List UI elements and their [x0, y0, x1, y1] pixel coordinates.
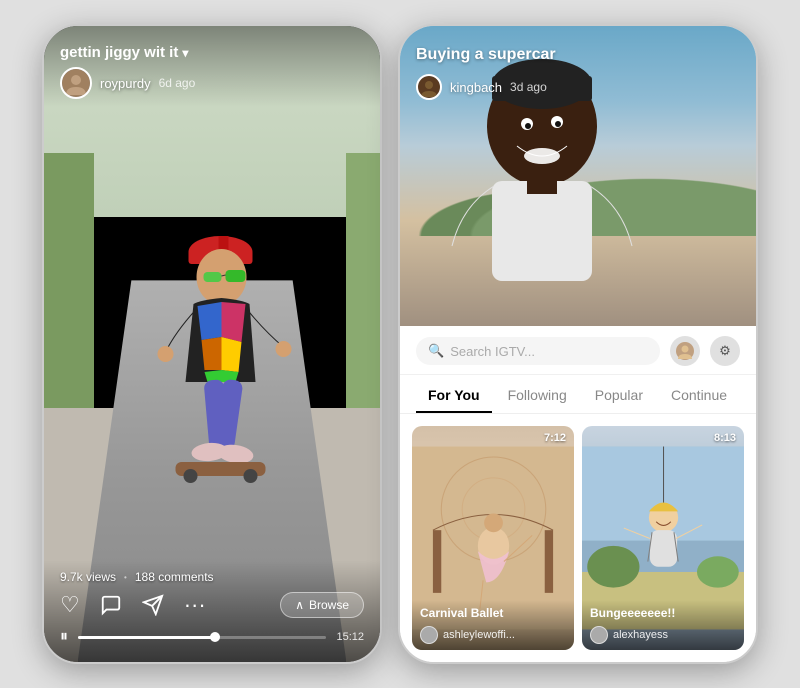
tab-popular[interactable]: Popular	[583, 379, 655, 413]
thumbnails-row: 7:12 Carnival Ballet ashleylewoffi...	[400, 414, 756, 662]
tab-for-you[interactable]: For You	[416, 379, 492, 413]
dot-separator: •	[124, 573, 127, 582]
share-button[interactable]	[142, 594, 164, 616]
right-username: kingbach	[450, 80, 502, 95]
thumb-username-2: alexhayess	[613, 629, 668, 641]
progress-bar[interactable]	[78, 636, 326, 639]
profile-icon-button[interactable]	[670, 336, 700, 366]
thumb-avatar-2	[590, 626, 608, 644]
play-pause-button[interactable]: ⏸	[60, 628, 68, 646]
thumbnail-card-1[interactable]: 7:12 Carnival Ballet ashleylewoffi...	[412, 426, 574, 650]
progress-fill	[78, 636, 215, 639]
browse-label: Browse	[309, 598, 349, 612]
thumb-user-row-2: alexhayess	[590, 626, 736, 644]
video-title-text: gettin jiggy wit it	[60, 44, 178, 61]
right-time-ago: 3d ago	[510, 80, 547, 94]
thumb-title-2: Bungeeeeeee!!	[590, 606, 736, 622]
duration: 15:12	[336, 631, 364, 643]
thumb-avatar-1	[420, 626, 438, 644]
search-placeholder: Search IGTV...	[450, 344, 535, 359]
right-header-icons: ⚙	[670, 336, 740, 366]
phones-container: gettin jiggy wit it ▾ roypurdy 6d ago	[42, 24, 758, 664]
right-bottom: 🔍 Search IGTV... ⚙ For You	[400, 326, 756, 662]
grass-right	[346, 153, 380, 407]
action-row: ♡ ··· ∧ Bro	[60, 592, 364, 618]
progress-dot	[210, 632, 220, 642]
search-icon: 🔍	[428, 343, 444, 359]
thumb-duration-2: 8:13	[714, 432, 736, 444]
top-bar: gettin jiggy wit it ▾ roypurdy 6d ago	[44, 26, 380, 107]
username: roypurdy	[100, 76, 151, 91]
comments-count: 188 comments	[135, 570, 214, 584]
browse-button[interactable]: ∧ Browse	[280, 592, 364, 618]
thumb-username-1: ashleylewoffi...	[443, 629, 515, 641]
dropdown-icon[interactable]: ▾	[182, 46, 188, 60]
thumb-bottom-1: Carnival Ballet ashleylewoffi...	[412, 600, 574, 650]
phone-right: Buying a supercar kingbach 3d ago 🔍	[398, 24, 758, 664]
tabs-row: For You Following Popular Continue	[400, 375, 756, 414]
like-button[interactable]: ♡	[60, 592, 80, 618]
phone-left: gettin jiggy wit it ▾ roypurdy 6d ago	[42, 24, 382, 664]
tab-following[interactable]: Following	[496, 379, 579, 413]
comment-button[interactable]	[100, 594, 122, 616]
action-icons: ♡ ···	[60, 592, 206, 618]
thumb-duration-1: 7:12	[544, 432, 566, 444]
search-bar[interactable]: 🔍 Search IGTV...	[416, 337, 660, 365]
settings-icon-button[interactable]: ⚙	[710, 336, 740, 366]
grass-left	[44, 153, 94, 407]
progress-row: ⏸ 15:12	[60, 628, 364, 646]
views-count: 9.7k views	[60, 570, 116, 584]
browse-icon: ∧	[295, 598, 304, 612]
video-title: gettin jiggy wit it ▾	[60, 44, 195, 61]
thumb-user-row-1: ashleylewoffi...	[420, 626, 566, 644]
thumbnail-card-2[interactable]: 8:13 Bungeeeeeee!! alexhayess	[582, 426, 744, 650]
stats-row: 9.7k views • 188 comments	[60, 570, 364, 584]
tab-continue[interactable]: Continue	[659, 379, 739, 413]
search-row: 🔍 Search IGTV... ⚙	[400, 326, 756, 375]
right-top-video: Buying a supercar kingbach 3d ago	[400, 26, 756, 326]
more-button[interactable]: ···	[184, 592, 206, 618]
right-video-title: Buying a supercar	[416, 46, 556, 64]
avatar	[60, 67, 92, 99]
time-ago: 6d ago	[159, 76, 196, 90]
right-user-info: kingbach 3d ago	[416, 74, 547, 100]
thumb-title-1: Carnival Ballet	[420, 606, 566, 622]
skater-figure	[136, 222, 306, 552]
right-avatar	[416, 74, 442, 100]
bottom-bar: 9.7k views • 188 comments ♡	[44, 560, 380, 662]
thumb-bottom-2: Bungeeeeeee!! alexhayess	[582, 600, 744, 650]
user-info: roypurdy 6d ago	[60, 67, 195, 99]
